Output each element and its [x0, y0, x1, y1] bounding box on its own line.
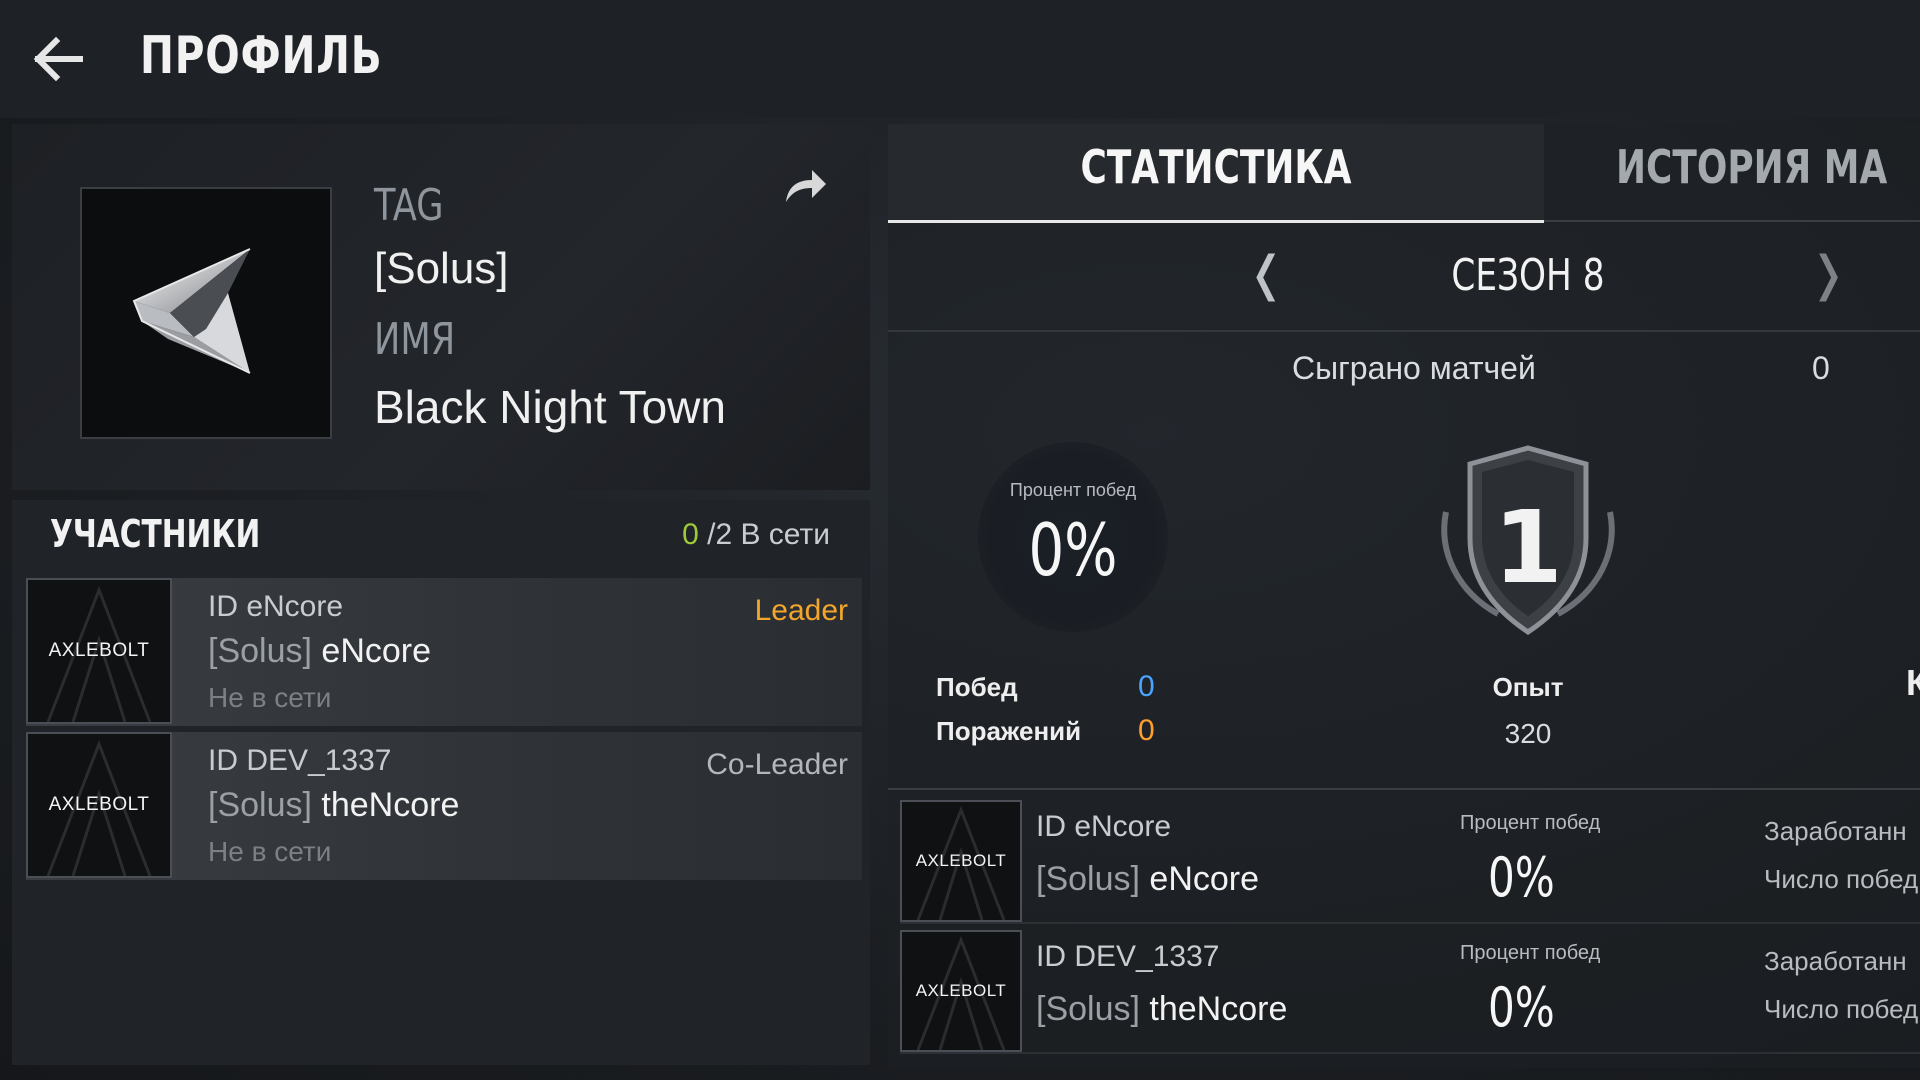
member-status: Не в сети: [208, 836, 332, 867]
season-selector: ❬ СЕЗОН 8 ❭: [888, 224, 1920, 332]
online-count: 0 /2 В сети: [682, 518, 830, 552]
wins-value: 0: [1138, 670, 1155, 703]
avatar-logo-text: AXLEBOLT: [48, 640, 150, 661]
member-nick: eNcore: [321, 632, 432, 670]
member-name: [Solus] theNcore: [1036, 990, 1287, 1029]
member-status: Не в сети: [208, 682, 332, 713]
tab-match-history[interactable]: ИСТОРИЯ МА: [1544, 124, 1920, 222]
season-label: СЕЗОН 8: [1451, 250, 1605, 301]
avatar-logo-text: AXLEBOLT: [915, 981, 1007, 1000]
row-earned-label: Заработанн: [1764, 946, 1907, 976]
winrate-value: 0%: [1028, 508, 1118, 592]
wins-label: Побед: [936, 672, 1018, 702]
members-panel: УЧАСТНИКИ 0 /2 В сети AXLEBOLT ID eNcore…: [12, 500, 870, 1065]
avatar: AXLEBOLT: [900, 800, 1022, 922]
online-count-total: /2 В сети: [707, 518, 830, 551]
row-winrate-value: 0%: [1488, 976, 1555, 1039]
avatar-logo-text: AXLEBOLT: [48, 794, 150, 815]
member-id: ID DEV_1337: [1036, 940, 1220, 973]
member-name: [Solus] eNcore: [208, 632, 431, 671]
row-wins-label: Число побед: [1764, 864, 1919, 894]
truncated-label: К: [1906, 662, 1920, 703]
clan-name-value: Black Night Town: [374, 381, 726, 433]
member-stat-row[interactable]: AXLEBOLT ID eNcore [Solus] eNcore Процен…: [900, 800, 1920, 924]
row-wins-label: Число побед: [1764, 994, 1919, 1024]
experience-label: Опыт: [1492, 672, 1564, 702]
member-id: ID eNcore: [1036, 810, 1172, 843]
arrowhead-emblem-icon: [132, 248, 251, 374]
rank-number: 1: [1493, 489, 1563, 606]
chevron-left-icon[interactable]: ❬: [1246, 246, 1286, 302]
avatar-logo-text: AXLEBOLT: [915, 851, 1007, 870]
members-title: УЧАСТНИКИ: [50, 512, 261, 556]
member-id: ID eNcore: [208, 590, 344, 623]
losses-label: Поражений: [936, 716, 1082, 746]
chevron-right-icon[interactable]: ❭: [1808, 246, 1848, 302]
row-winrate-label: Процент побед: [1460, 812, 1601, 834]
stats-panel: СТАТИСТИКА ИСТОРИЯ МА ❬ СЕЗОН 8 ❭ Сыгран…: [888, 124, 1920, 1068]
tab-history-label: ИСТОРИЯ МА: [1616, 140, 1888, 194]
member-role: Leader: [754, 594, 848, 627]
member-tag: [Solus]: [208, 632, 312, 670]
avatar: AXLEBOLT: [900, 930, 1022, 1052]
member-name: [Solus] theNcore: [208, 786, 459, 825]
member-name: [Solus] eNcore: [1036, 860, 1259, 899]
avatar: AXLEBOLT: [26, 732, 172, 878]
member-id: ID DEV_1337: [208, 744, 392, 777]
member-row[interactable]: AXLEBOLT ID eNcore [Solus] eNcore Не в с…: [26, 578, 862, 726]
row-winrate-value: 0%: [1488, 846, 1555, 909]
row-earned-label: Заработанн: [1764, 816, 1907, 846]
matches-played-value: 0: [1812, 350, 1830, 386]
matches-played-label: Сыграно матчей: [1292, 350, 1536, 386]
member-tag: [Solus]: [1036, 990, 1140, 1028]
winrate-label: Процент побед: [1009, 480, 1137, 500]
tab-statistics[interactable]: СТАТИСТИКА: [888, 124, 1544, 223]
share-icon[interactable]: [782, 166, 828, 206]
name-label: ИМЯ: [374, 314, 456, 365]
clan-emblem: [80, 187, 332, 439]
tag-value: [Solus]: [374, 244, 509, 293]
member-nick: eNcore: [1149, 860, 1260, 898]
member-row[interactable]: AXLEBOLT ID DEV_1337 [Solus] theNcore Не…: [26, 732, 862, 880]
member-nick: theNcore: [321, 786, 460, 824]
member-tag: [Solus]: [208, 786, 312, 824]
row-winrate-label: Процент побед: [1460, 942, 1601, 964]
losses-value: 0: [1138, 714, 1155, 747]
top-bar: ПРОФИЛЬ: [0, 0, 1920, 118]
divider: [888, 788, 1920, 790]
avatar: AXLEBOLT: [26, 578, 172, 724]
page-title: ПРОФИЛЬ: [140, 26, 383, 86]
online-count-number: 0: [682, 518, 699, 551]
rank-shield-icon: 1: [1418, 442, 1638, 652]
experience-value: 320: [1504, 718, 1552, 749]
tab-statistics-label: СТАТИСТИКА: [1080, 140, 1352, 194]
tag-label: TAG: [374, 180, 444, 231]
member-nick: theNcore: [1149, 990, 1288, 1028]
back-arrow-icon[interactable]: [30, 30, 90, 88]
clan-profile-card: TAG [Solus] ИМЯ Black Night Town: [12, 124, 870, 490]
member-role: Co-Leader: [706, 748, 848, 781]
member-tag: [Solus]: [1036, 860, 1140, 898]
member-stat-row[interactable]: AXLEBOLT ID DEV_1337 [Solus] theNcore Пр…: [900, 930, 1920, 1054]
